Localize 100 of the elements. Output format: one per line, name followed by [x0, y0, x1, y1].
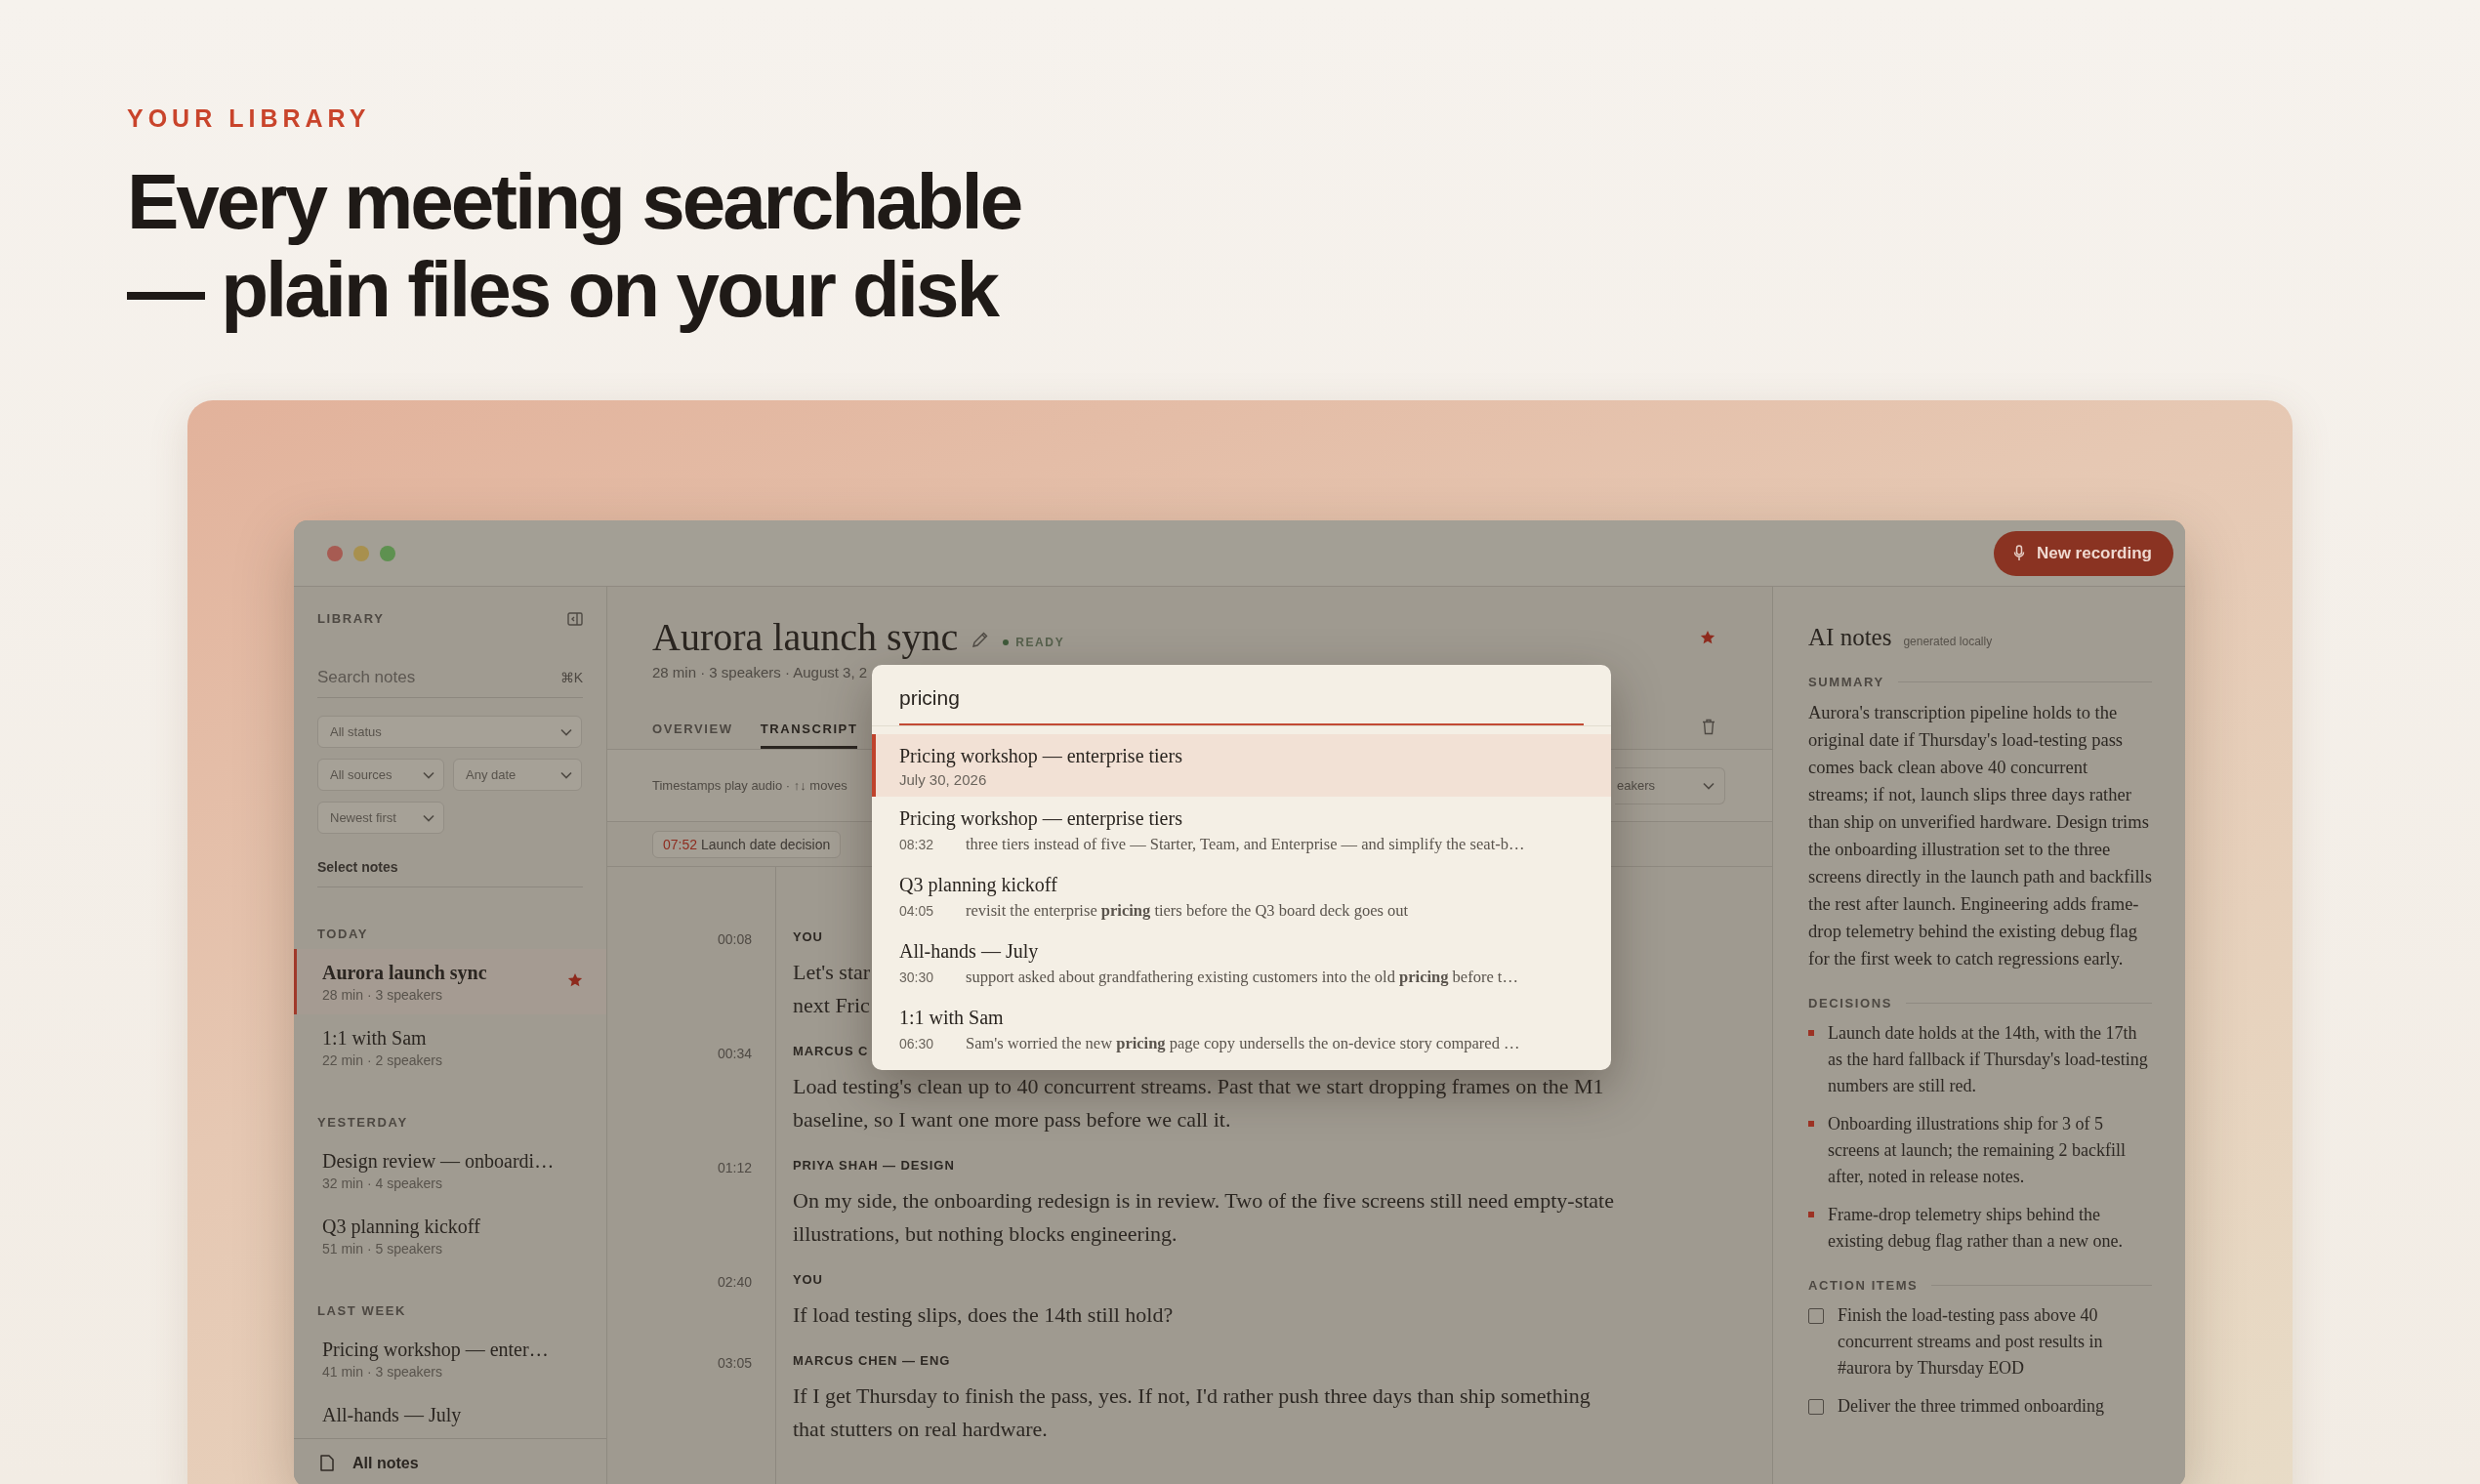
result-date: July 30, 2026 — [899, 771, 988, 788]
chevron-down-icon — [1703, 781, 1715, 790]
note-meta: 28 min · 3 speakers · August 3, 2 — [652, 664, 868, 680]
section-label: LIBRARY — [317, 611, 385, 626]
result-snippet: Sam's worried the new pricing page copy undersells the on-device story compared … — [966, 1034, 1520, 1053]
note-title: Aurora launch sync — [652, 614, 959, 660]
speaker-label: PRIYA SHAH — DESIGN — [793, 1157, 955, 1175]
note-list-item[interactable]: Pricing workshop — enter… 41 min · 3 speakers — [294, 1326, 606, 1391]
section-label: SUMMARY — [1808, 675, 1884, 689]
tab[interactable]: OVERVIEW — [652, 721, 733, 749]
star-icon[interactable] — [1700, 629, 1715, 645]
transcript-text: Load testing's clean up to 40 concurrent streams. Past that we start dropping frames on the M1 baseline, so I want one more pass before we call it. — [793, 1073, 1604, 1134]
eyebrow-label: YOUR LIBRARY — [127, 103, 371, 133]
action-item-text: Finish the load-testing pass above 40 concurrent streams and post results in #aurora by Thursday EOD — [1838, 1304, 2104, 1380]
result-title: Pricing workshop — enterprise tiers — [899, 806, 1183, 831]
filter-dropdown[interactable]: Any date — [453, 759, 582, 791]
summary-text: Aurora's transcription pipeline holds to the original date if Thursday's load-testing pass comes back clean above 40 concurrent streams; if not, launch slips three days rather than ship on unverified hardware. Design trims the onboarding illustration set to the three screens directly in the launch path and backfills the rest after launch. Engineering adds frame-drop telemetry behind the existing debug flag for the first week to catch regressions early. — [1808, 702, 2152, 970]
shortcut-hint: ⌘K — [559, 670, 583, 685]
status-badge: READY — [1003, 635, 1065, 649]
note-list-item[interactable]: Q3 planning kickoff 51 min · 5 speakers — [294, 1203, 606, 1268]
chevron-down-icon — [423, 770, 434, 779]
result-time: 30:30 — [899, 969, 935, 985]
speaker-dropdown[interactable]: eakers — [1615, 766, 1725, 804]
note-title: All-hands — July — [322, 1403, 462, 1426]
filter-dropdown[interactable]: All status — [317, 716, 582, 748]
group-label: TODAY — [316, 927, 370, 941]
speaker-label: MARCUS CHEN — ENG — [793, 1352, 951, 1370]
search-input[interactable]: pricing — [899, 677, 1584, 725]
note-title: Aurora launch sync — [322, 961, 487, 984]
search-field[interactable]: Search notes — [317, 668, 560, 687]
chevron-down-icon — [423, 813, 434, 822]
note-meta: 41 min · 3 speakers — [322, 1364, 443, 1380]
note-meta: 51 min · 5 speakers — [322, 1241, 443, 1257]
select-notes-link[interactable]: Select notes — [317, 859, 398, 875]
note-list-item[interactable]: All-hands — July — [294, 1391, 606, 1438]
group-label: YESTERDAY — [316, 1115, 409, 1130]
panel-subtitle: generated locally — [1903, 635, 1993, 648]
decision-text: Frame-drop telemetry ships behind the existing debug flag rather than a new one. — [1828, 1204, 2124, 1253]
timestamp-link[interactable]: 02:40 — [607, 1274, 776, 1332]
search-result[interactable]: All-hands — July 30:30 support asked about grandfathering existing customers into the old pricing before t… — [872, 929, 1611, 996]
decision-text: Onboarding illustrations ship for 3 of 5 screens at launch; the remaining 2 backfill after, noted in release notes. — [1828, 1113, 2127, 1188]
microphone-icon — [2012, 545, 2025, 561]
filter-dropdown[interactable]: Newest first — [317, 802, 444, 834]
timestamp-link[interactable]: 03:05 — [607, 1355, 776, 1446]
filter-dropdown[interactable]: All sources — [317, 759, 444, 791]
result-snippet: support asked about grandfathering existing customers into the old pricing before t… — [966, 968, 1518, 987]
checkbox[interactable] — [1808, 1399, 1824, 1415]
document-icon — [320, 1455, 334, 1471]
search-result[interactable]: 1:1 with Sam 06:30 Sam's worried the new pricing page copy undersells the on-device story compared … — [872, 996, 1611, 1062]
result-title: 1:1 with Sam — [899, 1006, 1005, 1030]
group-label: LAST WEEK — [316, 1303, 407, 1318]
result-time: 06:30 — [899, 1036, 935, 1051]
panel-title: AI notes — [1808, 624, 1892, 651]
transcript-text: Let's star next Fric — [793, 959, 871, 1019]
action-item-text: Deliver the three trimmed onboarding — [1838, 1395, 2104, 1418]
note-title: Q3 planning kickoff — [322, 1215, 480, 1238]
note-meta: 22 min · 2 speakers — [322, 1052, 442, 1068]
chevron-down-icon — [560, 727, 572, 736]
transcript-text: If load testing slips, does the 14th still hold? — [793, 1301, 1174, 1329]
speaker-label: MARCUS C — [793, 1043, 869, 1060]
checkbox[interactable] — [1808, 1308, 1824, 1324]
sidebar-toggle-icon[interactable] — [567, 611, 583, 626]
search-result[interactable]: Pricing workshop — enterprise tiers July 30, 2026 — [872, 734, 1611, 797]
decision-text: Launch date holds at the 14th, with the 17th as the hard fallback if Thursday's load-testing numbers are still red. — [1828, 1022, 2149, 1097]
result-snippet: three tiers instead of five — Starter, Team, and Enterprise — and simplify the seat-b… — [966, 835, 1525, 854]
result-time: 08:32 — [899, 837, 935, 852]
timestamp-link[interactable]: 00:34 — [607, 1046, 776, 1136]
all-notes-link[interactable]: All notes — [352, 1454, 419, 1472]
result-snippet: revisit the enterprise pricing tiers before the Q3 board deck goes out — [966, 901, 1409, 921]
note-title: Pricing workshop — enter… — [322, 1338, 549, 1361]
note-meta: 28 min · 3 speakers — [322, 987, 443, 1003]
section-label: DECISIONS — [1808, 996, 1892, 1010]
transcript-text: If I get Thursday to finish the pass, yes. If not, I'd rather push three days than ship something that stutters on real hardware. — [793, 1382, 1591, 1443]
note-title: Design review — onboardi… — [322, 1149, 555, 1173]
star-icon[interactable] — [567, 972, 583, 988]
note-list-item[interactable]: Design review — onboardi… 32 min · 4 speakers — [294, 1137, 606, 1203]
search-result[interactable]: Q3 planning kickoff 04:05 revisit the enterprise pricing tiers before the Q3 board deck goes out — [872, 863, 1611, 929]
result-title: Q3 planning kickoff — [899, 873, 1058, 897]
pencil-icon[interactable] — [971, 630, 990, 648]
timestamp-link[interactable]: 01:12 — [607, 1160, 776, 1251]
speaker-label: YOU — [793, 928, 823, 946]
bullet-icon — [1808, 1121, 1814, 1127]
close-button[interactable] — [327, 545, 343, 561]
chapter-chip[interactable]: 07:52 Launch date decision — [652, 830, 842, 858]
result-time: 04:05 — [899, 903, 935, 919]
bullet-icon — [1808, 1030, 1814, 1036]
new-recording-button[interactable]: New recording — [1993, 530, 2173, 576]
timestamp-link[interactable]: 00:08 — [607, 931, 776, 1022]
note-meta: 32 min · 4 speakers — [322, 1175, 443, 1191]
result-title: Pricing workshop — enterprise tiers — [899, 744, 1183, 768]
note-list-item[interactable]: Aurora launch sync 28 min · 3 speakers — [294, 949, 606, 1014]
section-label: ACTION ITEMS — [1808, 1278, 1919, 1293]
note-title: 1:1 with Sam — [322, 1026, 428, 1050]
chevron-down-icon — [560, 770, 572, 779]
note-list-item[interactable]: 1:1 with Sam 22 min · 2 speakers — [294, 1014, 606, 1080]
trash-icon[interactable] — [1702, 719, 1715, 735]
search-result[interactable]: Pricing workshop — enterprise tiers 08:32 three tiers instead of five — Starter, Team, and Enterprise — and simplify the seat-b… — [872, 797, 1611, 863]
bullet-icon — [1808, 1212, 1814, 1217]
transcript-text: On my side, the onboarding redesign is in review. Two of the five screens still need empty-state illustrations, but nothing blocks engineering. — [793, 1187, 1614, 1248]
headline: Every meeting searchable — plain files on your disk — [127, 158, 1021, 334]
